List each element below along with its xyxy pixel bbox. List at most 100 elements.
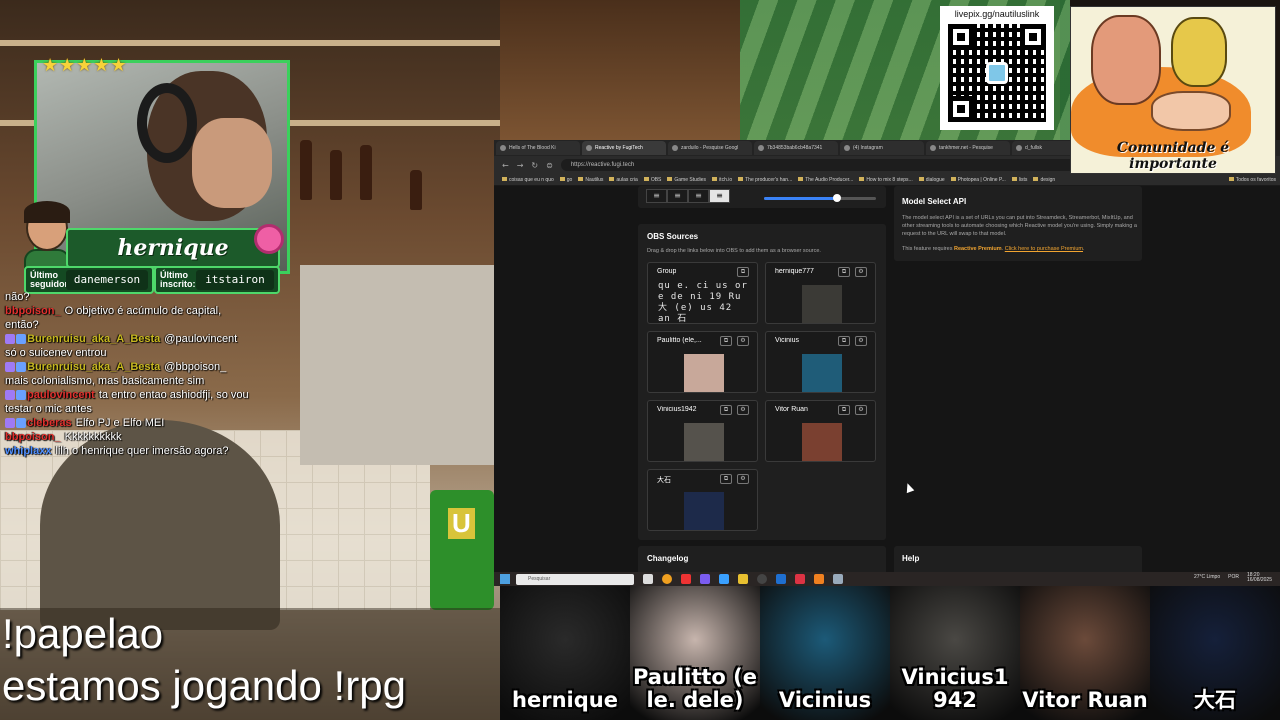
tab-favicon-icon bbox=[672, 145, 678, 151]
bookmark-item[interactable]: How to mix 8 steps... bbox=[859, 177, 912, 183]
forward-icon[interactable]: → bbox=[517, 161, 524, 170]
browser-tab[interactable]: Hells of The Blood Ki bbox=[496, 141, 580, 155]
language-indicator[interactable]: POR bbox=[1228, 574, 1239, 583]
bookmark-item[interactable]: aulas cria bbox=[609, 177, 637, 183]
obs-source-item[interactable]: hernique777 ⧉ ⚙ bbox=[765, 262, 876, 324]
copy-link-icon[interactable]: ⧉ bbox=[720, 474, 732, 484]
discord-icon[interactable] bbox=[700, 574, 710, 584]
bookmark-item[interactable]: dialogue bbox=[919, 177, 945, 183]
browser-window: Hells of The Blood Ki Reactive by FugiTec… bbox=[494, 140, 1280, 572]
copy-link-icon[interactable]: ⧉ bbox=[720, 336, 732, 346]
bookmark-item[interactable]: The Audio Producer... bbox=[798, 177, 853, 183]
chrome-icon[interactable] bbox=[662, 574, 672, 584]
slider-knob[interactable] bbox=[832, 194, 841, 202]
image-spacing-slider[interactable] bbox=[764, 194, 876, 202]
bookmark-item[interactable]: The producer's han... bbox=[738, 177, 792, 183]
chat-message: whiplaxx lilh o henrique quer imersão ago… bbox=[0, 444, 250, 458]
obs-source-item[interactable]: Vinicius1942 ⧉ ⚙ bbox=[647, 400, 758, 462]
copy-link-icon[interactable]: ⧉ bbox=[838, 267, 850, 277]
opera-icon[interactable] bbox=[681, 574, 691, 584]
bookmark-item[interactable]: design bbox=[1033, 177, 1055, 183]
browser-tab[interactable]: (4) Instagram bbox=[840, 141, 924, 155]
steam-icon[interactable] bbox=[719, 574, 729, 584]
moderator-badge-icon bbox=[5, 362, 15, 373]
image-settings-card: ≡ ≡ ≡ ≡ bbox=[638, 186, 886, 208]
source-actions: ⧉ ⚙ bbox=[838, 336, 867, 346]
bookmark-item[interactable]: Photopea | Online P... bbox=[951, 177, 1006, 183]
tab-favicon-icon bbox=[586, 145, 592, 151]
bottle bbox=[330, 150, 342, 200]
bookmark-item[interactable]: coisas que eu n quo bbox=[502, 177, 554, 183]
app-icon[interactable] bbox=[814, 574, 824, 584]
obs-source-item[interactable]: 大石 ⧉ ⚙ bbox=[647, 469, 758, 531]
file-explorer-icon[interactable] bbox=[738, 574, 748, 584]
tab-favicon-icon bbox=[758, 145, 764, 151]
tab-label: Reactive by FugiTech bbox=[595, 145, 643, 151]
align-right-button[interactable]: ≡ bbox=[688, 189, 709, 203]
streamer-name-banner: hernique bbox=[66, 228, 280, 268]
bookmark-item[interactable]: lists bbox=[1012, 177, 1028, 183]
source-name: Paulitto (ele,... bbox=[657, 337, 702, 344]
headset bbox=[137, 83, 197, 163]
chat-text: lilh o henrique quer imersão agora? bbox=[55, 445, 229, 457]
obs-icon[interactable] bbox=[757, 574, 767, 584]
align-center-button[interactable]: ≡ bbox=[667, 189, 688, 203]
character-card: 大石 bbox=[1150, 586, 1280, 720]
bookmark-item[interactable]: go bbox=[560, 177, 573, 183]
app-icon[interactable] bbox=[795, 574, 805, 584]
url-field[interactable]: https://reactive.fugi.tech bbox=[560, 159, 1081, 171]
copy-link-icon[interactable]: ⧉ bbox=[720, 405, 732, 415]
settings-icon[interactable]: ⚙ bbox=[855, 267, 867, 277]
source-actions: ⧉ ⚙ bbox=[720, 474, 749, 484]
obs-source-item[interactable]: Vicinius ⧉ ⚙ bbox=[765, 331, 876, 393]
settings-icon[interactable]: ⚙ bbox=[737, 474, 749, 484]
livepix-url: livepix.gg/nautiluslink bbox=[954, 9, 1040, 19]
bottle bbox=[410, 170, 422, 210]
browser-tab[interactable]: 7b34853bab6cb48a7341 bbox=[754, 141, 838, 155]
app-icon[interactable] bbox=[833, 574, 843, 584]
copy-link-icon[interactable]: ⧉ bbox=[838, 405, 850, 415]
browser-tab[interactable]: tankhmer.net - Pesquise bbox=[926, 141, 1010, 155]
bottle bbox=[300, 140, 312, 200]
big-text-line-1: !papelao bbox=[2, 610, 164, 657]
obs-source-item[interactable]: Paulitto (ele,... ⧉ ⚙ bbox=[647, 331, 758, 393]
obs-source-item[interactable]: Vitor Ruan ⧉ ⚙ bbox=[765, 400, 876, 462]
fridge bbox=[300, 265, 500, 465]
copy-link-icon[interactable]: ⧉ bbox=[838, 336, 850, 346]
moderator-badge-icon bbox=[5, 418, 15, 429]
site-info-icon[interactable]: ⊜ bbox=[546, 161, 553, 170]
browser-tab[interactable]: Reactive by FugiTech bbox=[582, 141, 666, 155]
bookmark-item[interactable]: OBS bbox=[644, 177, 662, 183]
browser-tab[interactable]: zarduilo - Pesquise Googl bbox=[668, 141, 752, 155]
chat-message: paulovincent ta entro entao ashiodfji, so… bbox=[0, 388, 250, 416]
settings-icon[interactable]: ⚙ bbox=[855, 405, 867, 415]
character-card: Vitor Ruan bbox=[1020, 586, 1150, 720]
tab-favicon-icon bbox=[930, 145, 936, 151]
bookmark-item[interactable]: itch.io bbox=[712, 177, 732, 183]
settings-icon[interactable]: ⚙ bbox=[737, 336, 749, 346]
align-justify-button[interactable]: ≡ bbox=[709, 189, 730, 203]
source-actions: ⧉ bbox=[737, 267, 749, 277]
moderator-badge-icon bbox=[5, 390, 15, 401]
obs-source-item[interactable]: Group ⧉ qu e. ci us or e de ni 19 Ru 大 (e)… bbox=[647, 262, 758, 324]
taskbar-search[interactable]: Pesquisar bbox=[516, 573, 634, 585]
photoshop-icon[interactable] bbox=[776, 574, 786, 584]
copy-link-icon[interactable]: ⧉ bbox=[737, 267, 749, 277]
back-icon[interactable]: ← bbox=[502, 161, 509, 170]
bookmark-item[interactable]: Game Studies bbox=[667, 177, 706, 183]
align-left-button[interactable]: ≡ bbox=[646, 189, 667, 203]
weather-text[interactable]: 27°C Limpo bbox=[1194, 574, 1220, 583]
windows-start-icon[interactable] bbox=[500, 574, 510, 584]
flower-sticker bbox=[254, 224, 284, 254]
clock[interactable]: 18:20 16/08/2025 bbox=[1247, 573, 1272, 583]
reload-icon[interactable]: ↻ bbox=[531, 161, 538, 170]
character-card: Paulitto (e le. dele) bbox=[630, 586, 760, 720]
chat-message: Burenruisu_aka_A_Besta @paulovincent só o… bbox=[0, 332, 250, 360]
settings-icon[interactable]: ⚙ bbox=[855, 336, 867, 346]
all-bookmarks-link[interactable]: Todos os favoritos bbox=[1229, 177, 1276, 183]
settings-icon[interactable]: ⚙ bbox=[737, 405, 749, 415]
purchase-premium-link[interactable]: Click here to purchase Premium bbox=[1005, 246, 1083, 252]
bookmark-item[interactable]: Nautilus bbox=[578, 177, 603, 183]
stream-scene: U Hells of The Blood Ki Reactive by FugiT… bbox=[0, 0, 1280, 720]
task-view-icon[interactable] bbox=[643, 574, 653, 584]
